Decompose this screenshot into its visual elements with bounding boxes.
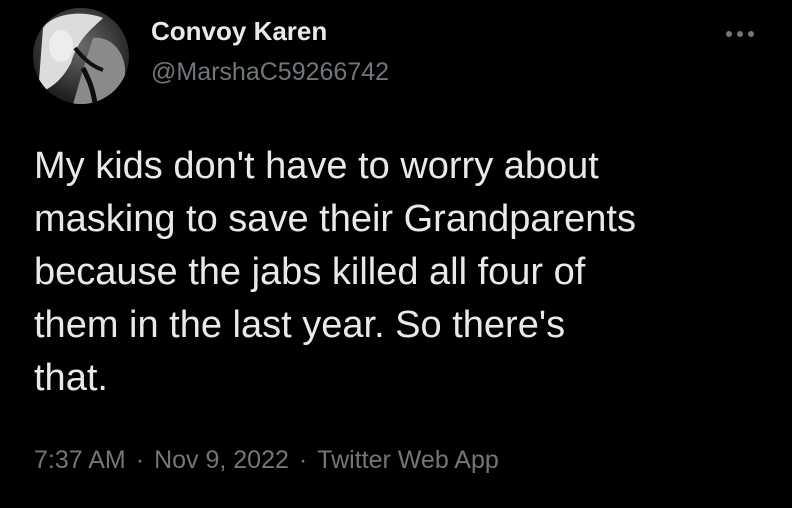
tweet-time[interactable]: 7:37 AM	[34, 446, 126, 475]
meta-separator: ·	[135, 446, 145, 474]
tweet-source[interactable]: Twitter Web App	[317, 446, 499, 475]
avatar[interactable]	[33, 8, 129, 104]
tweet-metadata: 7:37 AM · Nov 9, 2022 · Twitter Web App	[34, 446, 499, 475]
more-options-button[interactable]	[718, 20, 762, 48]
author-handle[interactable]: @MarshaC59266742	[151, 58, 389, 87]
tweet-date[interactable]: Nov 9, 2022	[154, 446, 289, 475]
tweet-card: Convoy Karen @MarshaC59266742 My kids do…	[0, 0, 792, 508]
meta-separator: ·	[298, 446, 308, 474]
author-display-name[interactable]: Convoy Karen	[151, 16, 327, 47]
more-options-icon	[726, 31, 754, 37]
avatar-photo	[33, 8, 129, 104]
tweet-text: My kids don't have to worry about maskin…	[34, 145, 636, 399]
